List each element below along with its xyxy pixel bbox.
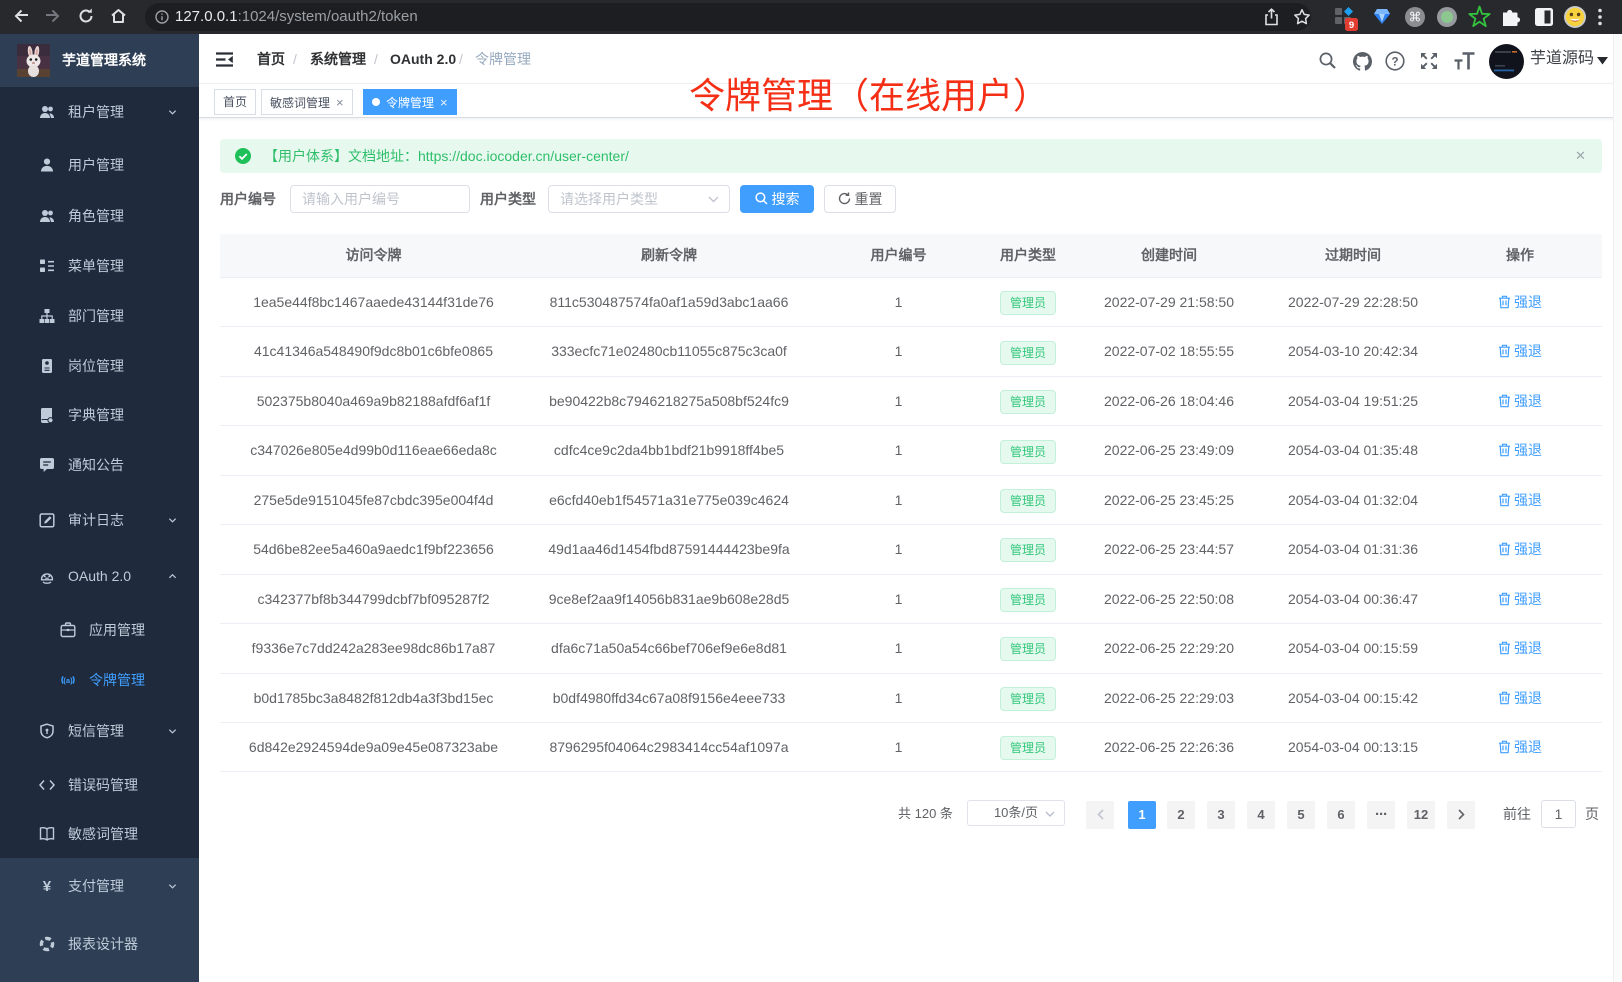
svg-text:9: 9 — [1349, 20, 1354, 31]
svg-text:⌘: ⌘ — [1409, 10, 1422, 25]
svg-text:?: ? — [1391, 56, 1398, 68]
svg-text:(a): (a) — [63, 676, 73, 685]
svg-text:¥: ¥ — [43, 878, 52, 894]
